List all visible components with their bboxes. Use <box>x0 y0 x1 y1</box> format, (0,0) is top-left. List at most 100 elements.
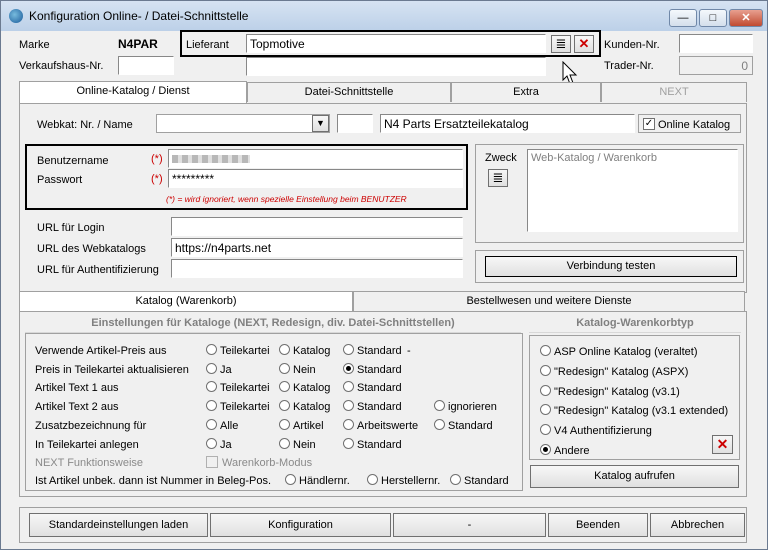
zweck-label: Zweck <box>485 152 517 164</box>
globe-icon <box>9 9 23 23</box>
verkaufshaus-label: Verkaufshaus-Nr. <box>19 60 104 72</box>
setting-radio-label: Standard <box>357 363 402 376</box>
setting-row-label: Preis in Teilekartei aktualisieren <box>35 363 189 376</box>
setting-radio[interactable] <box>279 362 290 374</box>
unbek-label: Ist Artikel unbek. dann ist Nummer in Be… <box>35 475 271 487</box>
webkat-name-input[interactable]: N4 Parts Ersatzteilekatalog <box>380 114 635 133</box>
setting-extra-dash: - <box>407 345 411 357</box>
kunden-label: Kunden-Nr. <box>604 39 660 51</box>
config-window: Konfiguration Online- / Datei-Schnittste… <box>0 0 768 550</box>
maximize-button[interactable]: □ <box>699 9 727 27</box>
close-window-button[interactable]: ✕ <box>729 9 763 27</box>
kunden-input[interactable] <box>679 34 753 53</box>
unbek-haendlernr-label: Händlernr. <box>299 475 350 487</box>
verkaufshaus-input[interactable] <box>118 56 174 75</box>
unbek-standard-label: Standard <box>464 475 509 487</box>
setting-row-label: Verwende Artikel-Preis aus <box>35 345 167 357</box>
setting-radio-label: Teilekartei <box>220 382 270 395</box>
lieferant-input[interactable]: Topmotive <box>246 34 546 53</box>
url-auth-input[interactable] <box>171 259 463 278</box>
setting-radio[interactable] <box>343 344 354 355</box>
setting-radio-label: Standard <box>448 419 493 432</box>
katalog-typ-radio[interactable] <box>540 364 551 376</box>
dash-button[interactable]: - <box>393 513 546 537</box>
setting-radio-label: Katalog <box>293 382 331 395</box>
tab-bestellwesen[interactable]: Bestellwesen und weitere Dienste <box>353 291 745 311</box>
katalog-typ-label: "Redesign" Katalog (v3.1 extended) <box>554 405 729 418</box>
marke-label: Marke <box>19 39 50 51</box>
settings-heading: Einstellungen für Kataloge (NEXT, Redesi… <box>25 314 521 333</box>
tab-next[interactable]: NEXT <box>601 82 747 102</box>
online-katalog-checkbox[interactable]: ✓ <box>643 118 655 130</box>
tab-datei-schnittstelle[interactable]: Datei-Schnittstelle <box>247 82 451 102</box>
warenkorb-modus-checkbox[interactable] <box>206 456 218 468</box>
katalog-typ-label: ASP Online Katalog (veraltet) <box>554 346 698 358</box>
password-input[interactable]: ********* <box>168 169 463 188</box>
unbek-haendlernr-radio[interactable] <box>285 474 296 485</box>
zweck-list-button[interactable]: ≣ <box>488 169 508 187</box>
zweck-text[interactable]: Web-Katalog / Warenkorb <box>527 149 738 232</box>
abbrechen-button[interactable]: Abbrechen <box>650 513 745 537</box>
katalog-typ-label: "Redesign" Katalog (ASPX) <box>554 365 689 378</box>
username-input[interactable] <box>168 149 463 168</box>
username-required: (*) <box>151 153 163 165</box>
setting-radio[interactable] <box>343 418 354 430</box>
unbek-standard-radio[interactable] <box>450 474 461 485</box>
setting-radio[interactable] <box>206 344 217 355</box>
unbek-herstellernr-label: Herstellernr. <box>381 475 441 487</box>
webkat-label: Webkat: Nr. / Name <box>37 119 133 131</box>
setting-radio-label: Standard <box>357 438 402 451</box>
setting-radio[interactable] <box>279 344 290 355</box>
katalog-typ-heading: Katalog-Warenkorbtyp <box>529 314 741 333</box>
auth-note: (*) = wird ignoriert, wenn spezielle Ein… <box>166 194 407 204</box>
setting-radio[interactable] <box>279 418 290 430</box>
setting-radio[interactable] <box>343 362 354 374</box>
konfiguration-button[interactable]: Konfiguration <box>210 513 391 537</box>
setting-row-label: In Teilekartei anlegen <box>35 438 139 451</box>
url-login-label: URL für Login <box>37 222 105 234</box>
lieferant-name-input[interactable] <box>246 57 546 76</box>
url-webkat-input[interactable]: https://n4parts.net <box>171 238 463 257</box>
setting-radio-label: Standard <box>357 401 402 414</box>
next-funktionsweise-label: NEXT Funktionsweise <box>35 457 144 469</box>
katalog-aufrufen-button[interactable]: Katalog aufrufen <box>530 465 739 488</box>
setting-radio[interactable] <box>279 437 290 449</box>
setting-radio[interactable] <box>206 418 217 430</box>
setting-radio[interactable] <box>206 437 217 449</box>
url-login-input[interactable] <box>171 217 463 236</box>
setting-radio-label: Artikel <box>293 419 324 432</box>
setting-radio[interactable] <box>434 418 445 430</box>
lieferant-clear-button[interactable]: ✕ <box>574 35 594 53</box>
katalog-typ-radio[interactable] <box>540 384 551 396</box>
verbindung-testen-button[interactable]: Verbindung testen <box>485 256 737 277</box>
lieferant-list-button[interactable]: ≣ <box>551 35 571 53</box>
minimize-button[interactable]: — <box>669 9 697 27</box>
webkat-select[interactable] <box>156 114 330 133</box>
unbek-herstellernr-radio[interactable] <box>367 474 378 485</box>
trader-value: 0 <box>679 56 753 75</box>
setting-radio-label: Ja <box>220 438 232 451</box>
setting-radio[interactable] <box>206 362 217 374</box>
redacted-username <box>172 155 250 163</box>
katalog-typ-delete-button[interactable]: ✕ <box>712 435 733 454</box>
online-katalog-label: Online Katalog <box>658 119 731 131</box>
warenkorb-modus-label: Warenkorb-Modus <box>222 457 313 469</box>
beenden-button[interactable]: Beenden <box>548 513 648 537</box>
setting-radio-label: Katalog <box>293 345 331 357</box>
katalog-typ-radio[interactable] <box>540 345 551 356</box>
url-webkat-label: URL des Webkatalogs <box>37 243 146 255</box>
username-label: Benutzername <box>37 155 109 167</box>
chevron-down-icon[interactable]: ▼ <box>312 115 329 132</box>
tab-extra[interactable]: Extra <box>451 82 601 102</box>
tab-katalog-warenkorb[interactable]: Katalog (Warenkorb) <box>19 291 353 313</box>
password-label: Passwort <box>37 174 83 186</box>
katalog-typ-label: "Redesign" Katalog (v3.1) <box>554 385 680 398</box>
standardeinstellungen-button[interactable]: Standardeinstellungen laden <box>29 513 208 537</box>
setting-radio[interactable] <box>343 437 354 449</box>
setting-radio-label: Standard <box>357 345 402 357</box>
password-required: (*) <box>151 173 163 185</box>
tab-online-katalog[interactable]: Online-Katalog / Dienst <box>19 81 247 103</box>
setting-row-label: Artikel Text 2 aus <box>35 401 119 414</box>
webkat-nr-input[interactable] <box>337 114 373 133</box>
katalog-typ-radio[interactable] <box>540 444 551 455</box>
